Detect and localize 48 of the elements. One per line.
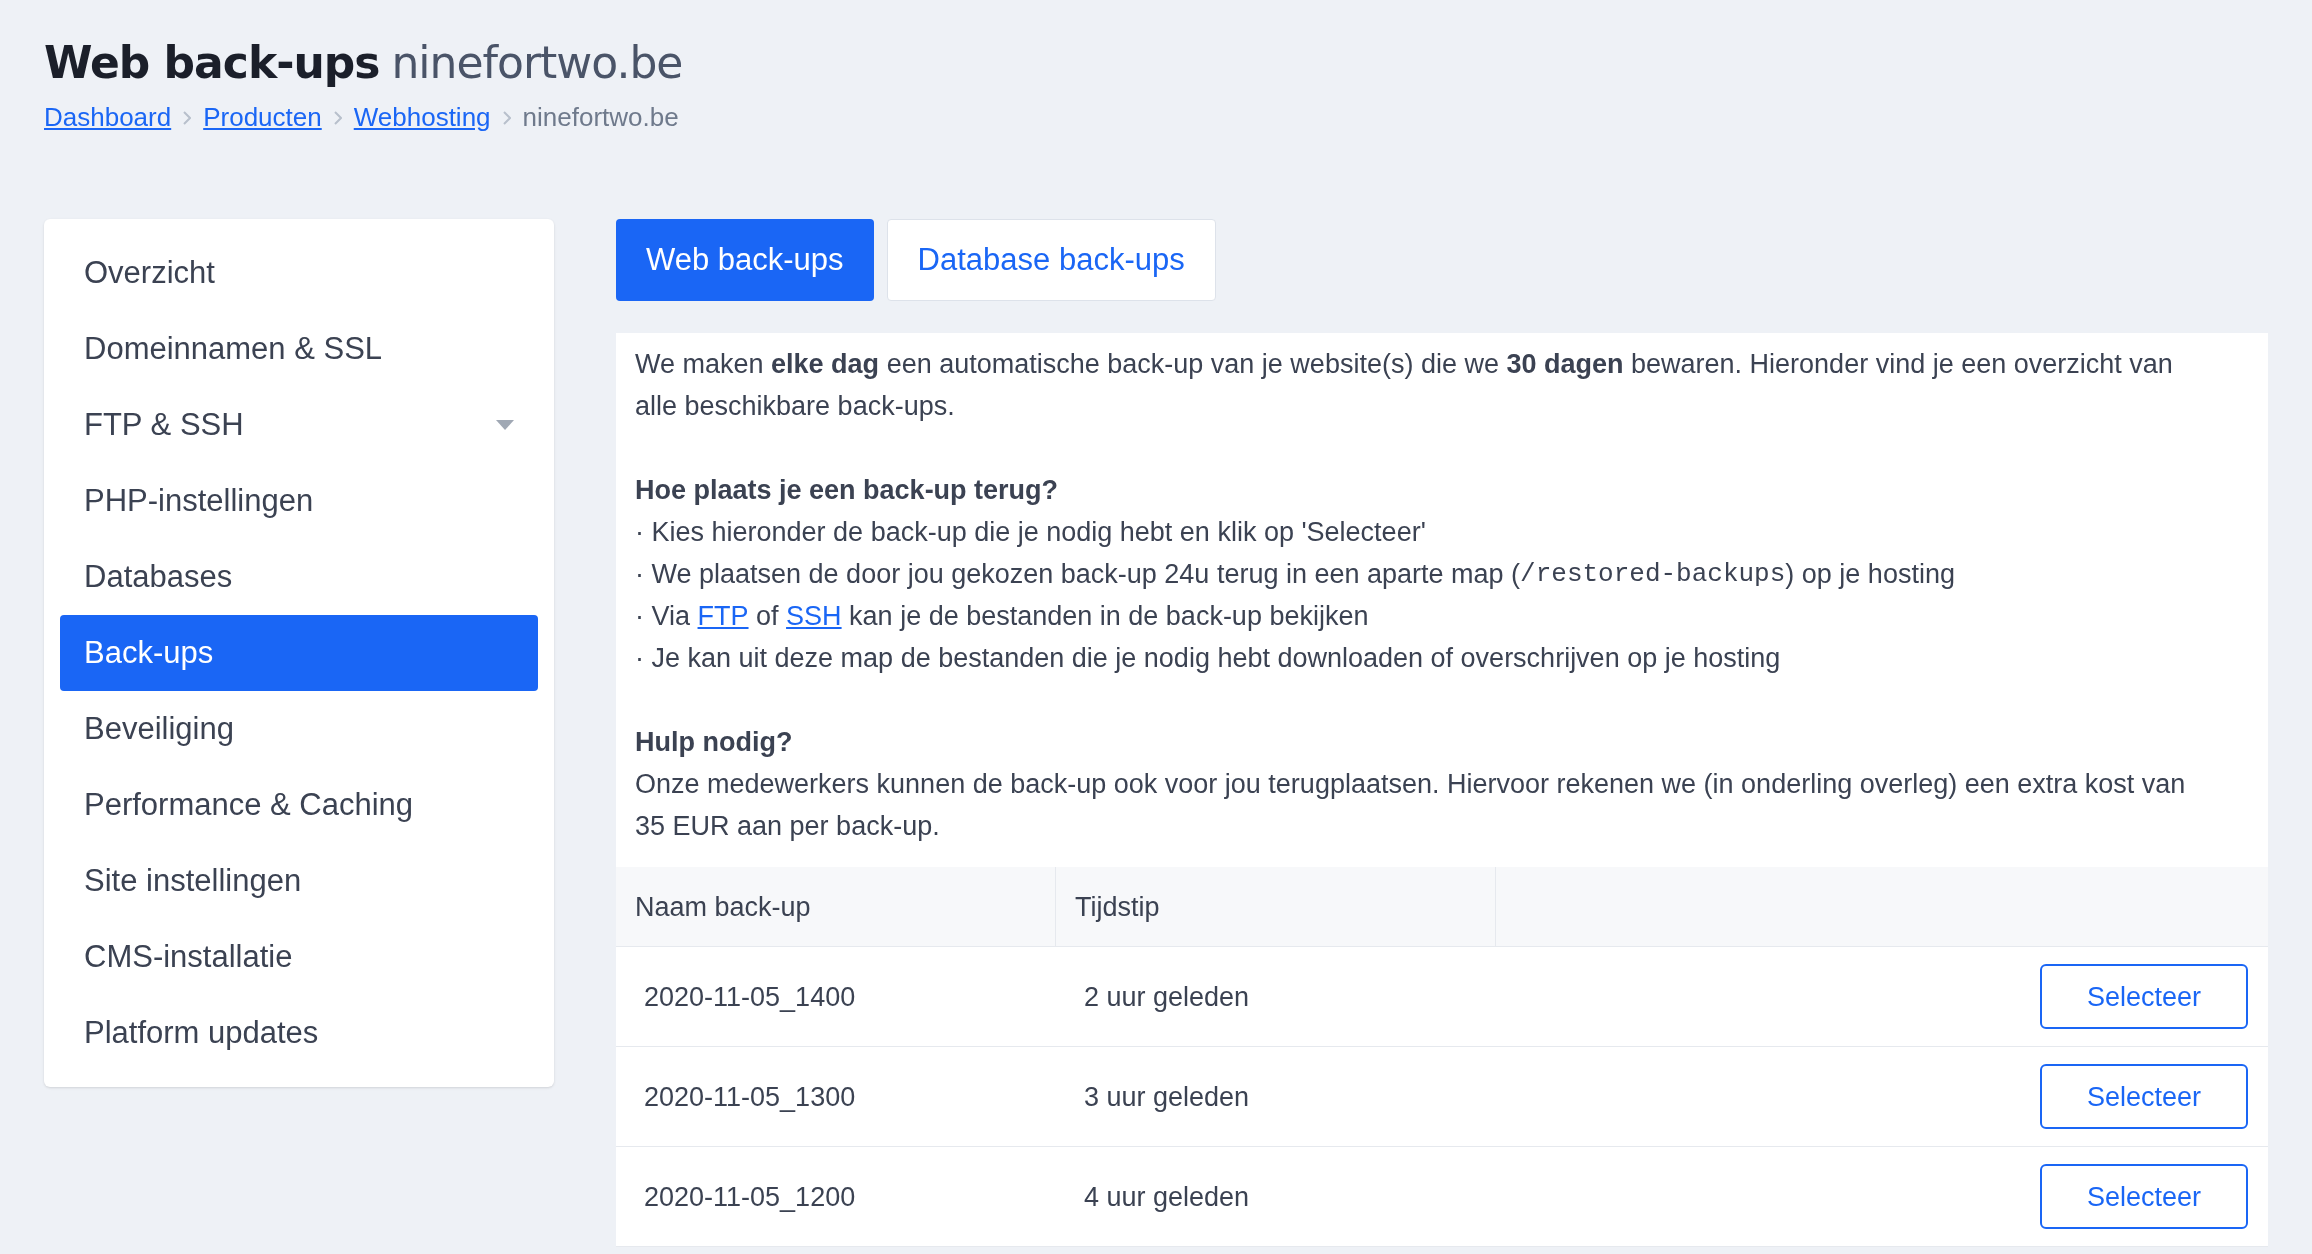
breadcrumb-link[interactable]: Webhosting (353, 98, 491, 137)
sidebar-item[interactable]: Beveiliging (60, 691, 538, 767)
sidebar-item[interactable]: Site instellingen (60, 843, 538, 919)
tab[interactable]: Database back-ups (886, 219, 1216, 301)
step-text: ) op je hosting (1785, 558, 1955, 591)
tab[interactable]: Web back-ups (616, 219, 874, 301)
chevron-icon (502, 110, 511, 125)
caret-icon (496, 420, 514, 430)
column-header: Tijdstip (1056, 867, 1496, 946)
table-cell-text: 2020-11-05_1200 (643, 1180, 857, 1214)
sidebar-item[interactable]: Overzicht (60, 235, 538, 311)
breadcrumb-link[interactable]: Dashboard (44, 98, 172, 137)
step-text: of (755, 600, 780, 633)
sidebar-item[interactable]: CMS-installatie (60, 919, 538, 995)
text-link[interactable]: FTP (697, 595, 749, 637)
text-link[interactable]: SSH (786, 595, 842, 637)
step-text: · Via (635, 600, 692, 633)
section-heading: Hulp nodig? (635, 726, 794, 759)
step-text: · Kies hieronder de back-up die je nodig hebt en klik op 'Selecteer' (635, 516, 1426, 549)
sidebar-item[interactable]: Platform updates (60, 995, 538, 1071)
breadcrumb-link[interactable]: Producten (203, 98, 322, 137)
step-text: kan je de bestanden in de back-up bekijken (848, 600, 1369, 633)
help-text: Onze medewerkers kunnen de back-up ook voor jou terugplaatsen. Hiervoor rekenen we (in onderling overleg) een extra kost van 35 EUR aan per back-up. (635, 768, 2187, 843)
page-title: Web back-ups (44, 36, 380, 90)
intro-text: We maken elke dag een automatische back-up van je website(s) die we 30 dagen bewaren. Hieronder vind je een overzicht van alle beschikbare back-ups. (635, 348, 2174, 423)
table-cell-text: 2020-11-05_1300 (643, 1080, 857, 1114)
code-path: /restored-backups (1520, 558, 1786, 591)
section-heading: Hoe plaats je een back-up terug? (635, 474, 1060, 507)
table-cell-text: 4 uur geleden (1083, 1180, 1251, 1214)
step-text: · Je kan uit deze map de bestanden die je nodig hebt downloaden of overschrijven op je hosting (635, 642, 1781, 675)
select-button[interactable]: Selecteer (2040, 1064, 2248, 1129)
table-cell-text: 2 uur geleden (1083, 980, 1251, 1014)
sidebar-item[interactable]: Performance & Caching (60, 767, 538, 843)
sidebar-item[interactable]: PHP-instellingen (60, 463, 538, 539)
page-subtitle: ninefortwo.be (391, 36, 683, 90)
chevron-icon (183, 110, 192, 125)
sidebar-item[interactable]: Domeinnamen & SSL (60, 311, 538, 387)
column-header: Naam back-up (616, 867, 1056, 946)
chevron-icon (333, 110, 342, 125)
select-button[interactable]: Selecteer (2040, 1164, 2248, 1229)
breadcrumb-current: ninefortwo.be (522, 101, 679, 134)
select-button[interactable]: Selecteer (2040, 964, 2248, 1029)
sidebar-item[interactable]: FTP & SSH (60, 387, 538, 463)
sidebar-item[interactable]: Databases (60, 539, 538, 615)
step-text: · We plaatsen de door jou gekozen back-up 24u terug in een aparte map ( (635, 558, 1521, 591)
table-cell-text: 2020-11-05_1400 (643, 980, 857, 1014)
sidebar-item[interactable]: Back-ups (60, 615, 538, 691)
table-cell-text: 3 uur geleden (1083, 1080, 1251, 1114)
